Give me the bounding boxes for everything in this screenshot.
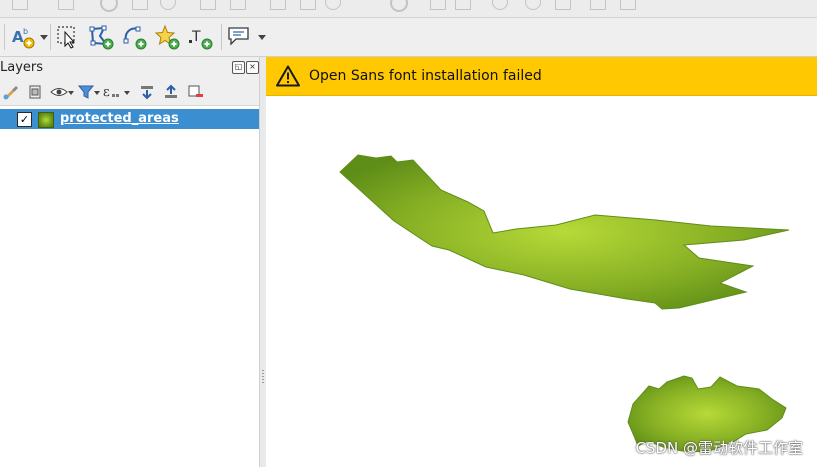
faded-toolbar-icon <box>100 0 118 12</box>
layers-panel: Layers ◱ × ε ✓ protected_areas <box>0 57 259 467</box>
faded-toolbar-icon <box>230 0 246 10</box>
chevron-down-icon[interactable] <box>258 35 266 40</box>
chevron-down-icon[interactable] <box>40 35 48 40</box>
add-group-icon[interactable] <box>26 83 44 101</box>
layer-row-protected-areas[interactable]: ✓ protected_areas <box>0 109 259 129</box>
faded-toolbar-icon <box>430 0 446 10</box>
faded-toolbar-icon <box>555 0 571 10</box>
filter-funnel-icon[interactable] <box>77 83 95 101</box>
add-text-annotation-icon[interactable]: T <box>187 24 213 50</box>
message-bar: Open Sans font installation failed <box>266 57 817 96</box>
select-features-icon[interactable] <box>55 24 81 50</box>
svg-text:ε: ε <box>103 85 110 100</box>
label-tool-icon[interactable]: A b <box>10 24 36 50</box>
faded-toolbar-icon <box>590 0 606 10</box>
message-text: Open Sans font installation failed <box>309 68 542 84</box>
expand-all-icon[interactable] <box>138 83 156 101</box>
toolbar-separator <box>4 24 5 50</box>
faded-toolbar-icon <box>325 0 341 10</box>
map-tips-icon[interactable] <box>226 24 252 50</box>
splitter-grip-icon[interactable] <box>262 370 264 384</box>
faded-toolbar-icon <box>132 0 148 10</box>
chevron-down-icon[interactable] <box>68 91 74 95</box>
faded-toolbar-icon <box>492 0 508 10</box>
style-brush-icon[interactable] <box>2 83 20 101</box>
chevron-down-icon[interactable] <box>124 91 130 95</box>
layer-name[interactable]: protected_areas <box>60 111 179 126</box>
faded-toolbar-icon <box>12 0 28 10</box>
layer-tree: ✓ protected_areas <box>0 106 259 467</box>
layers-panel-title: Layers <box>0 60 44 75</box>
svg-text:b: b <box>23 27 28 36</box>
visibility-eye-icon[interactable] <box>50 83 68 101</box>
layers-panel-header: Layers ◱ × <box>0 57 259 79</box>
svg-text:T: T <box>191 29 201 45</box>
remove-layer-icon[interactable] <box>186 83 204 101</box>
faded-toolbar-icon <box>390 0 408 12</box>
faded-toolbar-icon <box>525 0 541 10</box>
protected-area-large-polygon[interactable] <box>339 154 790 310</box>
chevron-down-icon[interactable] <box>94 91 100 95</box>
add-polygon-icon[interactable] <box>88 24 114 50</box>
faded-toolbar-icon <box>200 0 216 10</box>
toolbar-separator <box>50 24 51 50</box>
faded-toolbar-icon <box>270 0 286 10</box>
warning-icon <box>276 65 300 87</box>
faded-toolbar-icon <box>58 0 74 10</box>
add-line-icon[interactable] <box>121 24 147 50</box>
undock-icon[interactable]: ◱ <box>232 61 245 74</box>
faded-toolbar-icon <box>620 0 636 10</box>
expression-filter-icon[interactable]: ε <box>102 83 120 101</box>
polygon-symbol-icon[interactable] <box>38 112 54 128</box>
top-toolbar-strip <box>0 0 817 18</box>
watermark: CSDN @雷动软件工作室 <box>635 439 803 457</box>
close-icon[interactable]: × <box>246 61 259 74</box>
faded-toolbar-icon <box>300 0 316 10</box>
add-point-star-icon[interactable] <box>154 24 180 50</box>
faded-toolbar-icon <box>455 0 471 10</box>
layers-toolbar: ε <box>0 79 259 106</box>
layer-visibility-checkbox[interactable]: ✓ <box>17 112 32 127</box>
map-canvas[interactable] <box>266 96 817 467</box>
toolbar-separator <box>221 24 222 50</box>
annotation-toolbar: A b T <box>0 18 817 57</box>
collapse-all-icon[interactable] <box>162 83 180 101</box>
faded-toolbar-icon <box>160 0 176 10</box>
